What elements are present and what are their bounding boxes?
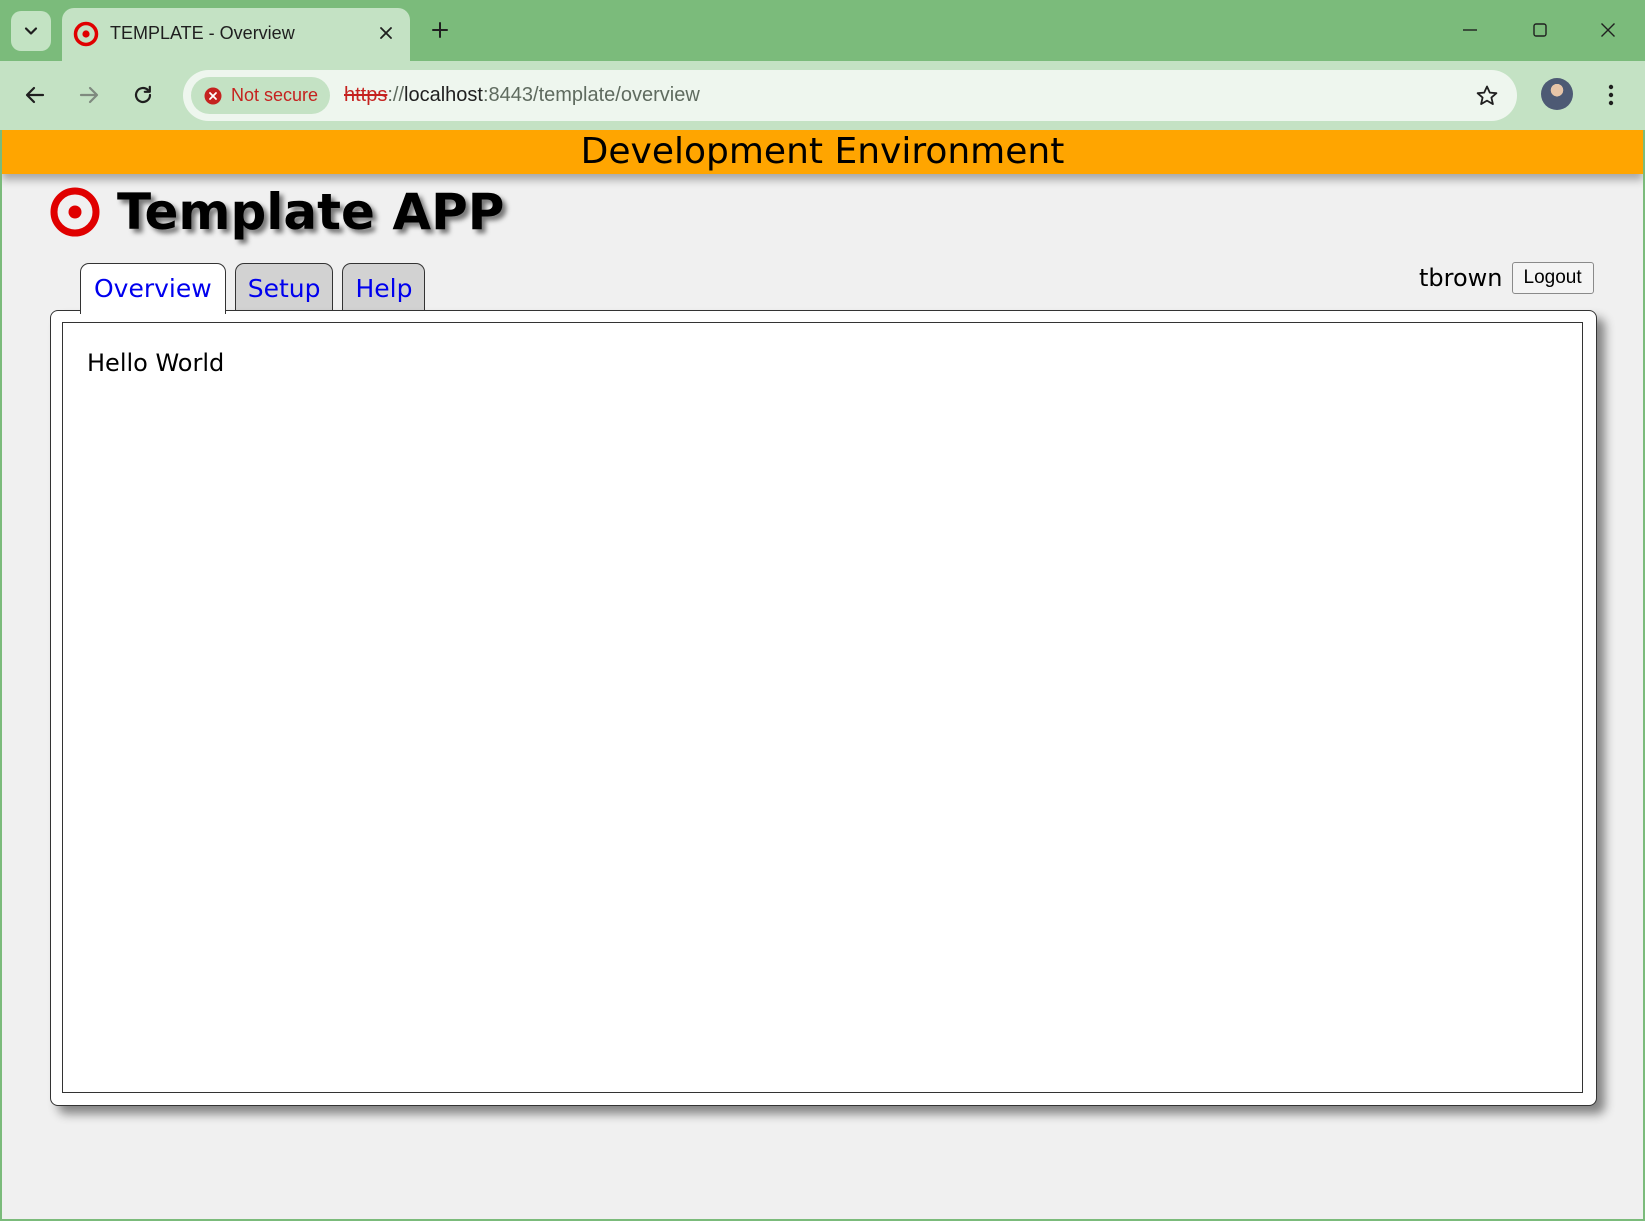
chevron-down-icon xyxy=(24,27,38,35)
plus-icon xyxy=(432,22,448,38)
page-viewport: Development Environment Template APP Ove… xyxy=(2,130,1643,1219)
app-title: Template APP xyxy=(117,183,505,241)
minimize-icon xyxy=(1463,29,1477,31)
logout-button[interactable]: Logout xyxy=(1511,262,1594,294)
back-button[interactable] xyxy=(15,75,55,115)
address-bar[interactable]: Not secure https://localhost:8443/templa… xyxy=(183,70,1517,121)
arrow-right-icon xyxy=(79,86,99,104)
close-icon xyxy=(380,27,392,39)
target-logo-icon xyxy=(50,187,100,237)
app-tabs: Overview Setup Help xyxy=(80,263,426,314)
close-icon xyxy=(1601,23,1615,37)
tab-setup[interactable]: Setup xyxy=(234,263,334,312)
environment-banner: Development Environment xyxy=(2,130,1643,174)
reload-icon xyxy=(134,85,152,104)
profile-avatar[interactable] xyxy=(1541,78,1573,110)
content-text: Hello World xyxy=(87,349,225,377)
forward-button[interactable] xyxy=(69,75,109,115)
tab-help[interactable]: Help xyxy=(342,263,426,312)
new-tab-button[interactable] xyxy=(424,14,456,46)
app-header: Template APP xyxy=(49,182,504,242)
star-icon xyxy=(1476,85,1498,105)
username: tbrown xyxy=(1419,264,1503,292)
bookmark-button[interactable] xyxy=(1473,82,1501,110)
arrow-left-icon xyxy=(25,86,45,104)
url-text: https://localhost:8443/template/overview xyxy=(344,84,700,107)
reload-button[interactable] xyxy=(123,75,163,115)
error-circle-icon xyxy=(204,87,222,104)
window-close-button[interactable] xyxy=(1583,10,1633,50)
maximize-icon xyxy=(1533,23,1547,37)
kebab-menu-icon xyxy=(1608,84,1614,106)
browser-menu-button[interactable] xyxy=(1596,77,1626,113)
tab-search-button[interactable] xyxy=(11,11,51,51)
url-path: :8443/template/overview xyxy=(482,84,700,106)
browser-tab-active[interactable]: TEMPLATE - Overview xyxy=(62,8,410,61)
url-separator: :// xyxy=(387,84,405,106)
browser-toolbar: Not secure https://localhost:8443/templa… xyxy=(0,61,1645,130)
url-scheme: https xyxy=(344,84,388,106)
minimize-button[interactable] xyxy=(1445,10,1495,50)
content-area: Hello World xyxy=(62,322,1583,1093)
security-label: Not secure xyxy=(231,85,319,105)
user-area: tbrown Logout xyxy=(1419,262,1594,294)
maximize-button[interactable] xyxy=(1515,10,1565,50)
content-panel: Hello World xyxy=(50,310,1597,1106)
url-host: localhost xyxy=(404,84,483,106)
target-icon xyxy=(73,21,99,47)
site-security-chip[interactable]: Not secure xyxy=(191,77,330,114)
tab-overview[interactable]: Overview xyxy=(80,263,226,314)
browser-titlebar: TEMPLATE - Overview xyxy=(0,0,1645,61)
tab-title: TEMPLATE - Overview xyxy=(110,23,295,43)
tab-close-button[interactable] xyxy=(374,21,398,45)
